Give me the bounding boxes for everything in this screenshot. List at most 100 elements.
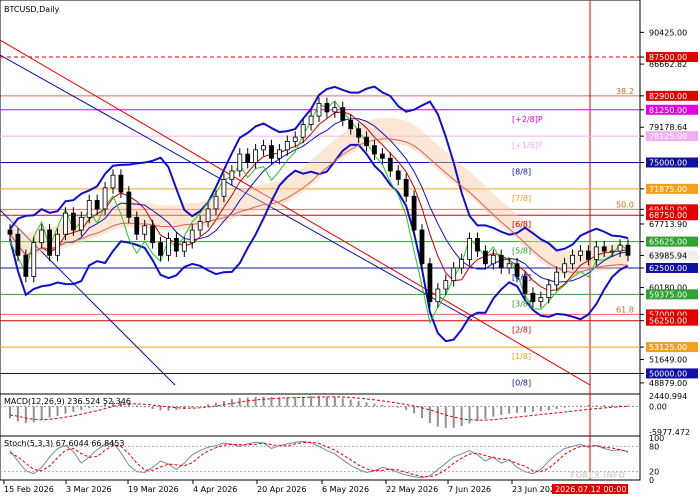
candle-body bbox=[229, 170, 235, 180]
candle-body bbox=[7, 229, 13, 235]
candle-body bbox=[39, 229, 45, 244]
candle-body bbox=[86, 200, 92, 218]
candle-body bbox=[538, 297, 544, 303]
candle-body bbox=[617, 244, 623, 252]
candle-body bbox=[118, 174, 124, 193]
candle-body bbox=[475, 238, 480, 252]
candle-body bbox=[110, 174, 116, 189]
candle-body bbox=[530, 292, 536, 303]
macd-tick-label: 2440.994 bbox=[649, 392, 687, 401]
candle-body bbox=[593, 246, 599, 260]
murrey-label: [4/8] bbox=[512, 273, 531, 282]
candle-body bbox=[451, 267, 457, 282]
stoch-label: Stoch(5,3,3) 67.6044 66.8453 bbox=[4, 439, 124, 448]
candle-body bbox=[31, 242, 37, 277]
time-tick-label: 15 Feb 2026 bbox=[4, 485, 54, 494]
candle-body bbox=[578, 250, 583, 256]
macd-label: MACD(12,26,9) 236.524 52.346 bbox=[4, 397, 131, 406]
candle-body bbox=[435, 288, 441, 303]
candle-body bbox=[601, 246, 607, 252]
candle-body bbox=[15, 233, 21, 256]
price-tick-label: 71875.00 bbox=[649, 185, 687, 194]
price-tick-label: 63985.94 bbox=[649, 251, 687, 260]
price-tick-label: 53125.00 bbox=[649, 343, 687, 352]
candle-body bbox=[173, 238, 179, 252]
candle-body bbox=[609, 250, 615, 253]
candle-body bbox=[253, 149, 259, 163]
candle-body bbox=[276, 149, 282, 159]
candle-body bbox=[261, 145, 266, 151]
price-tick-label: 51649.00 bbox=[649, 356, 687, 365]
candle-body bbox=[372, 145, 377, 155]
candle-body bbox=[490, 254, 496, 265]
candle-body bbox=[70, 212, 76, 231]
murrey-label: [+1/8]P bbox=[512, 141, 543, 150]
candle-body bbox=[364, 136, 369, 147]
candle-body bbox=[78, 216, 84, 231]
candle-body bbox=[102, 187, 108, 210]
price-tick-label: 90425.00 bbox=[649, 28, 687, 37]
murrey-label: [1/8] bbox=[512, 352, 531, 361]
price-tick-label: 82900.00 bbox=[649, 92, 687, 101]
candle-body bbox=[23, 254, 29, 277]
candle-body bbox=[181, 242, 187, 252]
candle-body bbox=[427, 263, 433, 303]
stoch-tick-label: 80 bbox=[649, 442, 659, 451]
current-time-label: 2026.07.12 00:00 bbox=[555, 485, 626, 494]
candle-body bbox=[554, 271, 560, 286]
price-tick-label: 79178.64 bbox=[649, 123, 687, 132]
candle-body bbox=[205, 208, 211, 222]
candle-body bbox=[134, 216, 140, 235]
candle-body bbox=[585, 250, 591, 260]
fibo-label: 50.0 bbox=[616, 200, 634, 209]
candle-body bbox=[166, 238, 171, 256]
candle-body bbox=[142, 225, 148, 235]
candle-body bbox=[63, 212, 68, 235]
candle-body bbox=[395, 170, 401, 180]
murrey-label: [+2/8]P bbox=[512, 115, 543, 124]
price-tick-label: 67713.90 bbox=[649, 220, 687, 229]
time-tick-label: 6 May 2026 bbox=[322, 485, 369, 494]
time-tick-label: 20 Apr 2026 bbox=[257, 485, 306, 494]
candle-body bbox=[324, 103, 330, 113]
candle-body bbox=[284, 141, 290, 151]
fibo-label: 38.2 bbox=[616, 87, 634, 96]
candle-body bbox=[150, 225, 156, 244]
price-tick-label: 81250.00 bbox=[649, 106, 687, 115]
stoch-tick-label: 0 bbox=[649, 476, 654, 485]
candle-body bbox=[126, 191, 132, 218]
murrey-label: [8/8] bbox=[512, 168, 531, 177]
murrey-label: [0/8] bbox=[512, 378, 531, 387]
price-tick-label: 86662.82 bbox=[649, 60, 687, 69]
candle-body bbox=[546, 284, 552, 298]
candle-body bbox=[55, 233, 60, 256]
candle-body bbox=[506, 263, 512, 269]
candle-body bbox=[411, 195, 417, 231]
price-tick-label: 50000.00 bbox=[649, 369, 687, 378]
price-tick-label: 62500.00 bbox=[649, 264, 687, 273]
candle-body bbox=[245, 153, 251, 163]
candle-body bbox=[189, 229, 195, 244]
candle-body bbox=[419, 229, 425, 265]
candle-body bbox=[482, 250, 488, 265]
candle-body bbox=[387, 157, 393, 172]
price-tick-label: 78125.00 bbox=[649, 132, 687, 141]
candle-body bbox=[459, 259, 465, 269]
candle-body bbox=[332, 107, 338, 113]
watermark: FOREX.INFO bbox=[570, 471, 625, 480]
candle-body bbox=[308, 115, 314, 125]
candle-body bbox=[237, 153, 243, 172]
murrey-label: [6/8] bbox=[512, 220, 531, 229]
price-tick-label: 59375.00 bbox=[649, 290, 687, 299]
candle-body bbox=[403, 178, 409, 197]
candle-body bbox=[300, 124, 306, 138]
candle-body bbox=[292, 136, 298, 142]
murrey-label: [2/8] bbox=[512, 326, 531, 335]
time-tick-label: 7 Jun 2026 bbox=[448, 485, 491, 494]
macd-tick-label: 0.00 bbox=[649, 402, 667, 411]
candle-body bbox=[467, 238, 472, 260]
murrey-label: [5/8] bbox=[512, 247, 531, 256]
candle-body bbox=[340, 107, 346, 121]
price-tick-label: 48879.00 bbox=[649, 379, 687, 388]
candle-body bbox=[197, 221, 203, 231]
